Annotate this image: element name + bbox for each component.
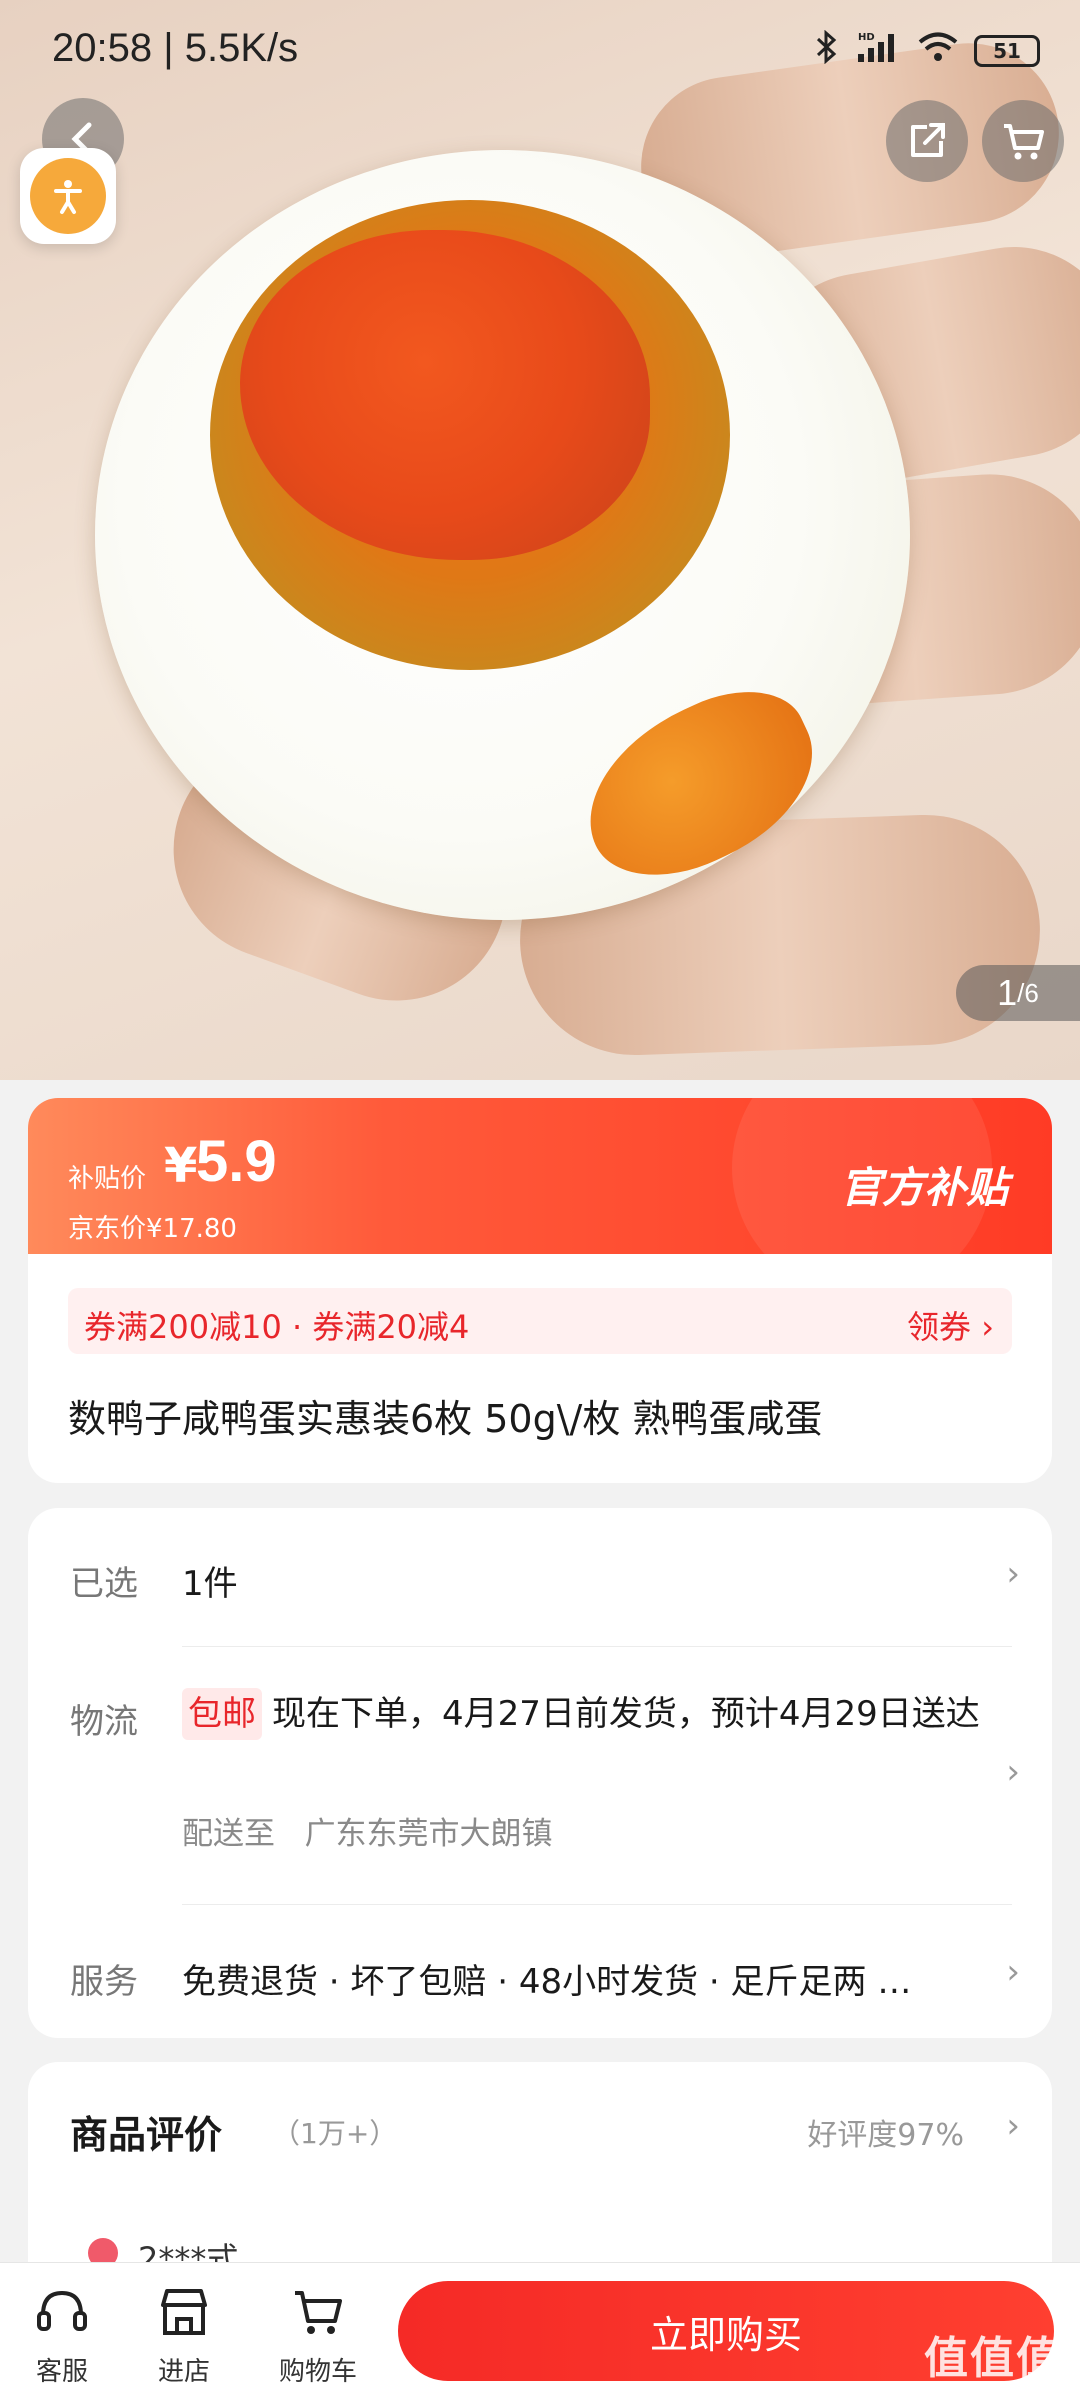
reviews-count: （1万+）	[272, 2117, 398, 2150]
bottom-action-bar: 客服 进店 购物车 立即购买	[0, 2262, 1080, 2400]
shopping-cart-label: 购物车	[278, 2357, 357, 2387]
image-counter-total: /6	[1017, 977, 1039, 1008]
product-title: 数鸭子咸鸭蛋实惠装6枚 50g\/枚 熟鸭蛋咸蛋	[68, 1397, 823, 1441]
jd-price: 京东价¥17.80	[68, 1214, 237, 1244]
price-banner: 补贴价 ¥ 5.9 京东价¥17.80 官方补贴	[28, 1098, 1052, 1298]
good-rate: 好评度97%	[807, 2118, 964, 2153]
selected-label: 已选	[70, 1564, 138, 1604]
price-card: 补贴价 ¥ 5.9 京东价¥17.80 官方补贴 券满200减10 · 券满20…	[28, 1098, 1052, 1483]
enter-shop-label: 进店	[157, 2357, 210, 2387]
watermark-logo: 值值值	[924, 2333, 1062, 2384]
coupon-text: 券满200减10 · 券满20减4	[84, 1308, 470, 1346]
status-bar: 20:58 | 5.5K/s HD 51	[0, 0, 1080, 100]
status-time: 20:58 | 5.5K/s	[52, 26, 299, 70]
shop-icon	[124, 2281, 244, 2343]
delivery-address: 配送至 广东东莞市大朗镇	[182, 1808, 553, 1853]
enter-shop-button[interactable]: 进店	[124, 2281, 244, 2388]
chevron-right-icon: ›	[1006, 2106, 1020, 2146]
status-icons: HD 51	[814, 29, 1040, 72]
free-shipping-badge: 包邮	[182, 1688, 262, 1740]
signal-icon: HD	[856, 30, 902, 72]
chevron-right-icon: ›	[1006, 1554, 1020, 1594]
accessibility-button[interactable]	[20, 148, 116, 244]
battery-icon: 51	[974, 35, 1040, 67]
headset-icon	[2, 2281, 122, 2343]
wifi-icon	[918, 31, 958, 71]
divider	[182, 1904, 1012, 1905]
customer-service-button[interactable]: 客服	[2, 2281, 122, 2388]
accessibility-icon	[30, 158, 106, 234]
bluetooth-icon	[814, 29, 840, 72]
official-subsidy-badge: 官方补贴	[839, 1163, 1008, 1212]
customer-service-label: 客服	[35, 2357, 88, 2387]
svg-text:HD: HD	[858, 32, 875, 43]
watermark-url: zhizhizhi.com	[932, 2386, 1054, 2400]
info-card: 已选 1件 › 物流 包邮 现在下单，4月27日前发货，预计4月29日送达 配送至…	[28, 1508, 1052, 2038]
cart-button[interactable]	[982, 100, 1064, 182]
shipping-info: 包邮 现在下单，4月27日前发货，预计4月29日送达	[182, 1688, 982, 1740]
subsidy-price-label: 补贴价	[68, 1164, 147, 1194]
divider	[182, 1646, 1012, 1647]
coupon-bar[interactable]: 券满200减10 · 券满20减4 领券 ›	[68, 1288, 1012, 1354]
deliver-to-label: 配送至	[182, 1816, 275, 1852]
product-detail-screen: 20:58 | 5.5K/s HD 51 1 /6 补贴价 ¥ 5.9 京东价¥…	[0, 0, 1080, 2400]
watermark: 值值值 zhizhizhi.com	[924, 2322, 1062, 2400]
shipping-text: 现在下单，4月27日前发货，预计4月29日送达	[272, 1694, 980, 1734]
image-counter: 1/6	[956, 965, 1080, 1021]
shipping-label: 物流	[70, 1702, 138, 1742]
product-image[interactable]: 20:58 | 5.5K/s HD 51 1 /6	[0, 0, 1080, 1080]
share-button[interactable]	[886, 100, 968, 182]
selected-value: 1件	[182, 1564, 238, 1604]
chevron-right-icon: ›	[1006, 1952, 1020, 1992]
service-value: 免费退货 · 坏了包赔 · 48小时发货 · 足斤足两 …	[182, 1962, 912, 2002]
subsidy-price: 5.9	[196, 1129, 277, 1194]
chevron-right-icon: ›	[1006, 1752, 1020, 1792]
cart-icon	[258, 2281, 378, 2343]
currency-symbol: ¥	[164, 1138, 198, 1194]
deliver-to-value: 广东东莞市大朗镇	[304, 1816, 553, 1852]
reviews-title: 商品评价	[70, 2113, 223, 2157]
service-label: 服务	[70, 1962, 138, 2002]
shopping-cart-button[interactable]: 购物车	[258, 2281, 378, 2388]
image-counter-current: 1	[997, 972, 1018, 1013]
get-coupon-link[interactable]: 领券 ›	[907, 1302, 994, 1348]
